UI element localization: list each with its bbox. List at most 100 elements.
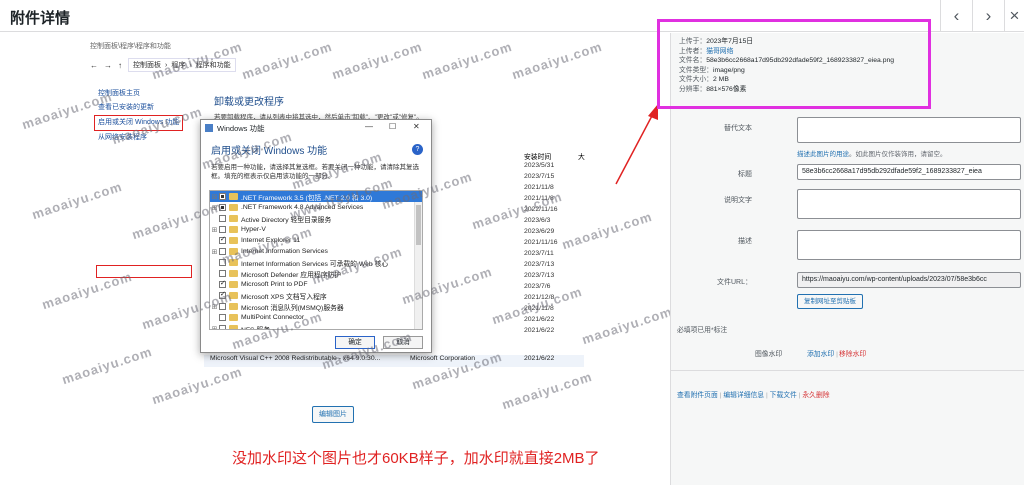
cp-sidebar-item: 查看已安装的更新 xyxy=(98,104,154,111)
copy-url-button[interactable]: 复制网址至剪贴板 xyxy=(797,294,863,309)
remove-watermark-link[interactable]: 移除水印 xyxy=(839,348,866,358)
close-icon: × xyxy=(1009,6,1020,25)
feature-checkbox xyxy=(219,303,226,310)
title-field[interactable]: 58e3b6cc2668a17d95db292dfade59f2_1689233… xyxy=(797,164,1021,180)
feature-item: ⊞ Internet Information Services xyxy=(210,246,422,257)
program-date: 2023/6/3 xyxy=(524,217,551,224)
add-watermark-link[interactable]: 添加水印 | xyxy=(807,348,838,358)
feature-checkbox xyxy=(219,279,226,288)
features-list: ⊞ .NET Framework 3.5 (包括 .NET 2.0 和 3.0) ⊞… xyxy=(209,190,423,330)
add-watermark-text: 添加水印 xyxy=(807,351,835,358)
help-icon: ? xyxy=(412,144,423,155)
folder-icon xyxy=(229,237,238,244)
program-date: 2021/11/8 xyxy=(524,195,554,202)
program-name: Microsoft Visual C++ 2008 Redistributabl… xyxy=(210,355,381,362)
separator: | xyxy=(719,392,722,399)
image-watermark-label: 图像水印 xyxy=(755,351,783,358)
maximize-icon: ☐ xyxy=(389,122,397,131)
separator: | xyxy=(798,392,801,399)
feature-checkbox xyxy=(219,325,226,329)
folder-icon xyxy=(229,226,238,233)
attachment-actions: 查看附件页面 | 编辑详细信息 | 下载文件 | 永久删除 xyxy=(677,389,830,399)
feature-label: Microsoft Defender 应用程序防护 xyxy=(241,271,342,279)
program-date: 2023/7/13 xyxy=(524,272,555,279)
annotation-text: 没加水印这个图片也才60KB样子，加水印就直接2MB了 xyxy=(232,450,600,467)
caption-field[interactable] xyxy=(797,189,1021,219)
expand-plus-icon: ⊞ xyxy=(211,204,218,212)
cp-sidebar-item: 控制面板主页 xyxy=(98,90,140,97)
breadcrumb-item: 程序 xyxy=(171,62,186,69)
alt-text-field[interactable] xyxy=(797,117,1021,143)
dialog-heading: 启用或关闭 Windows 功能 ? xyxy=(201,136,431,159)
breadcrumb-item: 控制面板 xyxy=(133,62,161,69)
explorer-nav-bar: ← → ↑ 控制面板 › 程序 › 程序和功能 xyxy=(90,57,586,73)
alt-hint-link[interactable]: 描述此图片的用途 xyxy=(797,151,849,158)
program-date: 2021/11/8 xyxy=(524,305,554,312)
feature-checkbox xyxy=(219,314,226,321)
feature-checkbox xyxy=(219,235,226,244)
alt-text-label: 替代文本 xyxy=(724,125,752,132)
expand-plus-icon: ⊞ xyxy=(211,248,218,256)
title-label: 标题 xyxy=(738,171,752,178)
feature-label: .NET Framework 3.5 (包括 .NET 2.0 和 3.0) xyxy=(241,194,373,202)
caption-label: 说明文字 xyxy=(724,197,752,204)
feature-item: Internet Information Services 可承载的 Web 核… xyxy=(210,257,422,268)
program-date: 2021/6/22 xyxy=(524,327,555,334)
folder-icon xyxy=(229,314,238,321)
edit-image-button[interactable]: 编辑图片 xyxy=(312,406,354,423)
program-date: 2021/11/16 xyxy=(524,239,558,246)
program-date: 2021/6/22 xyxy=(524,355,555,362)
col-header-size: 大 xyxy=(578,154,585,161)
cp-sidebar-item: 从网络安装程序 xyxy=(98,134,147,141)
feature-label: Internet Explorer 11 xyxy=(241,237,301,244)
download-file-link[interactable]: 下载文件 xyxy=(770,392,797,399)
preview-image: 控制面板\程序\程序和功能 ← → ↑ 控制面板 › 程序 › 程序和功能 控制面板… xyxy=(86,39,586,397)
program-date: 2023/7/6 xyxy=(524,283,551,290)
feature-label: Internet Information Services xyxy=(241,248,328,255)
close-button[interactable]: × xyxy=(1004,0,1024,32)
folder-icon xyxy=(229,248,238,255)
program-publisher: Microsoft Corporation xyxy=(410,355,475,362)
expand-plus-icon: ⊞ xyxy=(211,303,218,311)
program-date: 2023/7/11 xyxy=(524,250,554,257)
expand-plus-icon: ⊞ xyxy=(211,325,218,330)
window-app-icon xyxy=(205,124,213,132)
expand-plus-icon: ⊞ xyxy=(211,193,218,201)
folder-icon xyxy=(229,204,238,211)
feature-item: ⊞ NFS 服务 xyxy=(210,323,422,330)
feature-item: Active Directory 轻型目录服务 xyxy=(210,213,422,224)
feature-item: ⊞ .NET Framework 4.8 Advanced Services xyxy=(210,202,422,213)
delete-permanently-link[interactable]: 永久删除 xyxy=(802,392,829,399)
alt-hint-text: 。如此图片仅作装饰用，请留空。 xyxy=(849,151,947,158)
file-url-label: 文件URL： xyxy=(716,279,752,286)
alt-text-hint: 描述此图片的用途。如此图片仅作装饰用，请留空。 xyxy=(797,148,947,158)
next-button[interactable]: › xyxy=(972,0,1004,32)
folder-icon xyxy=(229,292,238,299)
window-path: 控制面板\程序\程序和功能 xyxy=(90,43,171,50)
table-row: Microsoft Visual C++ 2008 Redistributabl… xyxy=(204,355,584,367)
minimize-icon: — xyxy=(365,122,373,131)
address-bar: 控制面板 › 程序 › 程序和功能 xyxy=(128,58,236,72)
program-date: 2021/11/8 xyxy=(524,184,554,191)
feature-label: .NET Framework 4.8 Advanced Services xyxy=(241,204,364,211)
previous-button[interactable]: ‹ xyxy=(940,0,972,32)
feature-item: ⊞ .NET Framework 3.5 (包括 .NET 2.0 和 3.0) xyxy=(210,191,422,202)
folder-icon xyxy=(229,215,238,222)
folder-icon xyxy=(229,259,238,266)
file-url-field[interactable]: https://maoaiyu.com/wp-content/uploads/2… xyxy=(797,272,1021,288)
view-attachment-page-link[interactable]: 查看附件页面 xyxy=(677,392,718,399)
cp-sidebar: 控制面板主页 查看已安装的更新 启用或关闭 Windows 功能 从网络安装程序 xyxy=(94,87,194,145)
program-date: 2021/12/8 xyxy=(524,294,555,301)
close-icon: ✕ xyxy=(413,122,420,131)
feature-label: Microsoft 消息队列(MSMQ)服务器 xyxy=(241,304,344,312)
feature-item: ⊞ Hyper-V xyxy=(210,224,422,235)
chevron-left-icon: ‹ xyxy=(953,6,960,25)
folder-icon xyxy=(229,325,238,329)
feature-label: MultiPoint Connector xyxy=(241,314,305,321)
feature-item: Microsoft Print to PDF xyxy=(210,279,422,290)
feature-item: Microsoft XPS 文档写入程序 xyxy=(210,290,422,301)
description-field[interactable] xyxy=(797,230,1021,260)
dialog-desc: 若要启用一种功能，请选择其复选框。若要关闭一种功能，请清除其复选框。填充的框表示… xyxy=(211,164,419,180)
feature-label: NFS 服务 xyxy=(241,326,271,330)
edit-details-link[interactable]: 编辑详细信息 xyxy=(723,392,764,399)
